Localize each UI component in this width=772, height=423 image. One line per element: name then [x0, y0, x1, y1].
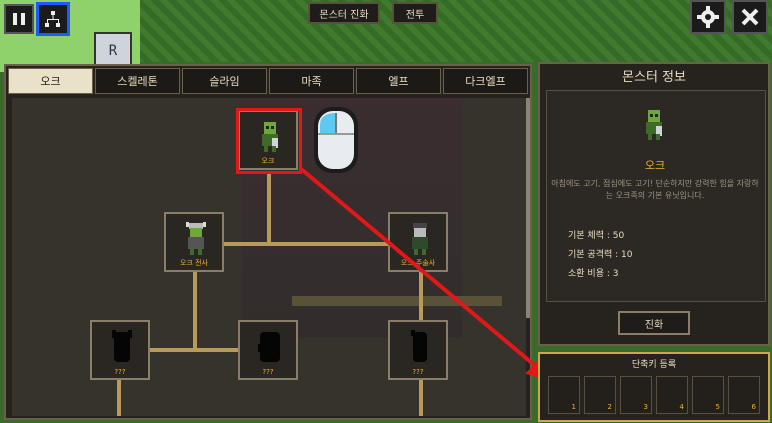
hotkey-slot-2-number: 2	[607, 403, 612, 411]
node-orc-warrior[interactable]: 오크 전사	[164, 212, 224, 272]
settings-button[interactable]	[690, 0, 726, 34]
node-locked-1[interactable]: ???	[90, 320, 150, 380]
race-tabs: 오크 스켈레톤 슬라임 마족 엘프 다크엘프	[8, 68, 528, 94]
tab-elf[interactable]: 엘프	[356, 68, 441, 94]
hierarchy-icon	[45, 11, 60, 27]
orc-portrait-icon	[646, 110, 662, 140]
hotkey-slot-5[interactable]: 5	[692, 376, 724, 414]
node-orc-warrior-label: 오크 전사	[180, 259, 208, 267]
node-locked-1-label: ???	[114, 368, 126, 376]
tree-connector	[267, 172, 271, 242]
tab-dark-elf-label: 다크엘프	[465, 75, 506, 88]
monster-name: 오크	[644, 159, 666, 172]
gear-icon	[697, 6, 719, 28]
tab-monster-evolve[interactable]: 몬스터 진화	[308, 2, 380, 24]
evolution-tree-button[interactable]	[36, 2, 70, 36]
hotkey-slot-4-number: 4	[679, 403, 684, 411]
hotkey-slot-5-number: 5	[715, 403, 720, 411]
close-button[interactable]	[732, 0, 768, 34]
tree-connector	[117, 380, 121, 416]
tab-orc[interactable]: 오크	[8, 68, 93, 94]
tree-connector	[149, 348, 241, 352]
orc-warrior-sprite-icon	[186, 222, 206, 255]
hotkey-slot-6-number: 6	[751, 403, 756, 411]
tab-slime[interactable]: 슬라임	[182, 68, 267, 94]
stat-summon-cost: 소환 비용 : 3	[568, 269, 619, 279]
stat-attack: 기본 공격력 : 10	[568, 250, 633, 260]
hotkey-slot-1[interactable]: 1	[548, 376, 580, 414]
tab-monster-evolve-label: 몬스터 진화	[319, 9, 369, 21]
pause-button[interactable]	[4, 4, 34, 34]
tab-battle[interactable]: 전투	[392, 2, 438, 24]
tab-orc-label: 오크	[40, 75, 61, 88]
locked-silhouette-icon	[258, 332, 280, 362]
tab-demon[interactable]: 마족	[269, 68, 354, 94]
hotkey-slot-1-number: 1	[571, 403, 576, 411]
stat-hp: 기본 체력 : 50	[568, 231, 625, 241]
tab-slime-label: 슬라임	[209, 75, 240, 88]
hotkey-slot-2[interactable]: 2	[584, 376, 616, 414]
close-icon	[741, 8, 759, 26]
hotkey-slot-3[interactable]: 3	[620, 376, 652, 414]
evolve-button[interactable]: 진화	[618, 311, 690, 335]
tab-battle-label: 전투	[405, 9, 425, 21]
tab-skeleton-label: 스켈레톤	[117, 75, 158, 88]
locked-silhouette-icon	[112, 330, 132, 362]
tab-elf-label: 엘프	[388, 75, 409, 88]
tab-skeleton[interactable]: 스켈레톤	[95, 68, 180, 94]
evolve-button-label: 진화	[644, 319, 664, 331]
tab-demon-label: 마족	[301, 75, 322, 88]
hotkey-title: 단축키 등록	[631, 360, 677, 370]
node-locked-2-label: ???	[262, 368, 274, 376]
node-locked-2[interactable]: ???	[238, 320, 298, 380]
guide-arrow	[298, 166, 553, 383]
hotkey-slot-4[interactable]: 4	[656, 376, 688, 414]
rank-badge-letter: R	[108, 43, 118, 59]
hotkey-slot-6[interactable]: 6	[728, 376, 760, 414]
pause-icon	[13, 13, 25, 25]
hotkey-slot-3-number: 3	[643, 403, 648, 411]
monster-description: 아침에도 고기, 점심에도 고기! 단순하지만 강력한 힘을 자랑하는 오크족의…	[551, 179, 759, 200]
monster-info-title: 몬스터 정보	[622, 70, 686, 85]
tree-connector	[193, 272, 197, 350]
tab-dark-elf[interactable]: 다크엘프	[443, 68, 528, 94]
